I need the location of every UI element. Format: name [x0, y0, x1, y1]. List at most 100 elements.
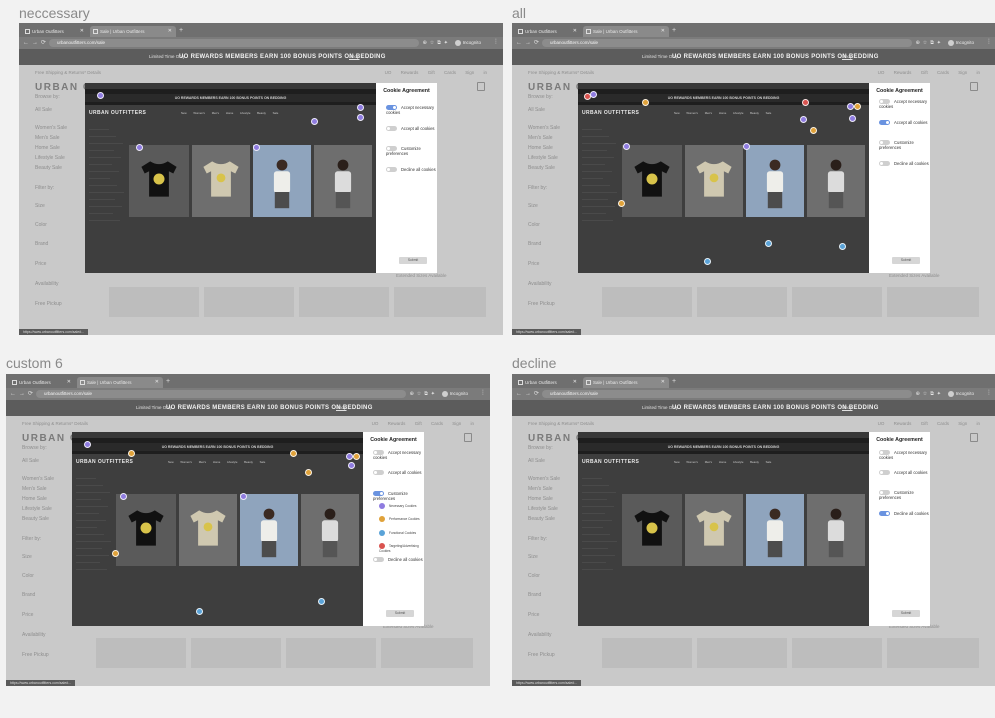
incognito-badge[interactable]: Incognito: [947, 39, 974, 47]
close-icon[interactable]: ✕: [661, 377, 665, 388]
filter-item[interactable]: Women's Sale: [22, 476, 54, 482]
browser-tab-active[interactable]: Sale | Urban Outfitters ✕: [583, 377, 669, 388]
submit-button[interactable]: Submit: [386, 610, 414, 617]
filter-item[interactable]: Beauty Sale: [528, 165, 555, 171]
cookie-sub-option[interactable]: Targeting/Advertising Cookies: [379, 543, 424, 553]
shop-link[interactable]: Shop: [842, 49, 853, 65]
rewards-link[interactable]: UO Rewards: [878, 70, 912, 75]
toggle-switch[interactable]: [386, 167, 397, 173]
shop-link[interactable]: Shop: [842, 400, 853, 416]
product-thumb[interactable]: [887, 638, 979, 668]
filter-item[interactable]: Filter by:: [35, 185, 54, 191]
new-tab-icon[interactable]: +: [166, 377, 170, 386]
cookie-sub-option[interactable]: Functional Cookies: [379, 530, 416, 536]
toggle-switch[interactable]: [373, 470, 384, 476]
cookie-option-row[interactable]: Decline all cookies: [879, 511, 929, 517]
bag-icon[interactable]: [970, 82, 978, 91]
gift-cards-link[interactable]: Gift Cards: [415, 421, 443, 426]
submit-button[interactable]: Submit: [892, 257, 920, 264]
filter-item[interactable]: Free Pickup: [528, 301, 555, 307]
filter-item[interactable]: Size: [22, 554, 32, 560]
cookie-option-row[interactable]: Customize preferences: [879, 140, 930, 150]
toggle-switch[interactable]: [879, 490, 890, 496]
submit-button[interactable]: Submit: [399, 257, 427, 264]
filter-item[interactable]: Lifestyle Sale: [35, 155, 65, 161]
filter-item[interactable]: Color: [528, 573, 540, 579]
toggle-switch[interactable]: [879, 140, 890, 146]
filter-item[interactable]: All Sale: [35, 107, 52, 113]
nav-buttons[interactable]: ←→⟳: [23, 39, 49, 47]
filter-item[interactable]: Home Sale: [528, 496, 553, 502]
new-tab-icon[interactable]: +: [179, 26, 183, 35]
incognito-badge[interactable]: Incognito: [454, 39, 481, 47]
filter-item[interactable]: Beauty Sale: [528, 516, 555, 522]
close-icon[interactable]: ✕: [168, 26, 172, 37]
close-icon[interactable]: ✕: [67, 377, 71, 388]
product-tile[interactable]: [253, 145, 311, 217]
filter-item[interactable]: All Sale: [528, 107, 545, 113]
product-thumb[interactable]: [286, 638, 376, 668]
filter-item[interactable]: Brand: [35, 241, 48, 247]
toggle-switch[interactable]: [879, 161, 890, 167]
filter-item[interactable]: Price: [528, 261, 539, 267]
sign-in-link[interactable]: Sign in: [452, 421, 474, 426]
close-icon[interactable]: ✕: [155, 377, 159, 388]
product-thumb[interactable]: [394, 287, 486, 317]
product-tile[interactable]: [179, 494, 237, 566]
url-input[interactable]: urbanoutfitters.com/sale: [49, 39, 419, 47]
toolbar-icons[interactable]: ⊕☆⧉✦: [916, 390, 944, 398]
product-thumb[interactable]: [299, 287, 389, 317]
filter-item[interactable]: Women's Sale: [528, 125, 560, 131]
toggle-switch[interactable]: [386, 105, 397, 111]
bag-icon[interactable]: [464, 433, 472, 442]
filter-item[interactable]: Home Sale: [22, 496, 47, 502]
browser-tab-active[interactable]: Sale | Urban Outfitters ✕: [583, 26, 669, 37]
browser-tab-active[interactable]: Sale | Urban Outfitters ✕: [77, 377, 163, 388]
cookie-option-row[interactable]: Accept all cookies: [879, 120, 928, 126]
toolbar-icons[interactable]: ⊕☆⧉✦: [916, 39, 944, 47]
product-tile[interactable]: [240, 494, 298, 566]
cookie-option-row[interactable]: Accept all cookies: [373, 470, 422, 476]
filter-item[interactable]: Price: [35, 261, 46, 267]
product-tile[interactable]: [685, 145, 743, 217]
filter-item[interactable]: Women's Sale: [528, 476, 560, 482]
url-input[interactable]: urbanoutfitters.com/sale: [542, 39, 912, 47]
filter-item[interactable]: Color: [528, 222, 540, 228]
product-thumb[interactable]: [792, 638, 882, 668]
product-tile[interactable]: [301, 494, 359, 566]
filter-item[interactable]: Free Pickup: [22, 652, 49, 658]
product-thumb[interactable]: [602, 638, 692, 668]
nav-buttons[interactable]: ←→⟳: [516, 390, 542, 398]
filter-item[interactable]: Browse by:: [35, 94, 60, 100]
shop-link[interactable]: Shop: [349, 49, 360, 65]
sign-in-link[interactable]: Sign in: [958, 70, 980, 75]
cookie-option-row[interactable]: Accept necessary cookies: [879, 450, 930, 460]
menu-icon[interactable]: ⋮: [986, 389, 992, 396]
product-tile[interactable]: [746, 494, 804, 566]
submit-button[interactable]: Submit: [892, 610, 920, 617]
filter-item[interactable]: Men's Sale: [35, 135, 60, 141]
filter-item[interactable]: Home Sale: [35, 145, 60, 151]
toolbar-icons[interactable]: ⊕☆⧉✦: [410, 390, 438, 398]
shipping-link[interactable]: Free Shipping & Returns* Details: [528, 421, 594, 426]
incognito-badge[interactable]: Incognito: [947, 390, 974, 398]
gift-cards-link[interactable]: Gift Cards: [921, 70, 949, 75]
filter-item[interactable]: Men's Sale: [22, 486, 47, 492]
filter-item[interactable]: All Sale: [22, 458, 39, 464]
url-input[interactable]: urbanoutfitters.com/sale: [542, 390, 912, 398]
product-tile[interactable]: [807, 145, 865, 217]
filter-item[interactable]: Home Sale: [528, 145, 553, 151]
menu-icon[interactable]: ⋮: [480, 389, 486, 396]
cookie-option-row[interactable]: Decline all cookies: [386, 167, 436, 173]
nav-buttons[interactable]: ←→⟳: [516, 39, 542, 47]
product-thumb[interactable]: [109, 287, 199, 317]
product-tile[interactable]: [192, 145, 250, 217]
filter-item[interactable]: Size: [528, 554, 538, 560]
cookie-option-row[interactable]: Accept all cookies: [879, 470, 928, 476]
menu-icon[interactable]: ⋮: [493, 38, 499, 45]
toggle-switch[interactable]: [879, 99, 890, 105]
filter-item[interactable]: Free Pickup: [35, 301, 62, 307]
cookie-option-row[interactable]: Accept necessary cookies: [879, 99, 930, 109]
filter-item[interactable]: Color: [22, 573, 34, 579]
shop-link[interactable]: Shop: [336, 400, 347, 416]
